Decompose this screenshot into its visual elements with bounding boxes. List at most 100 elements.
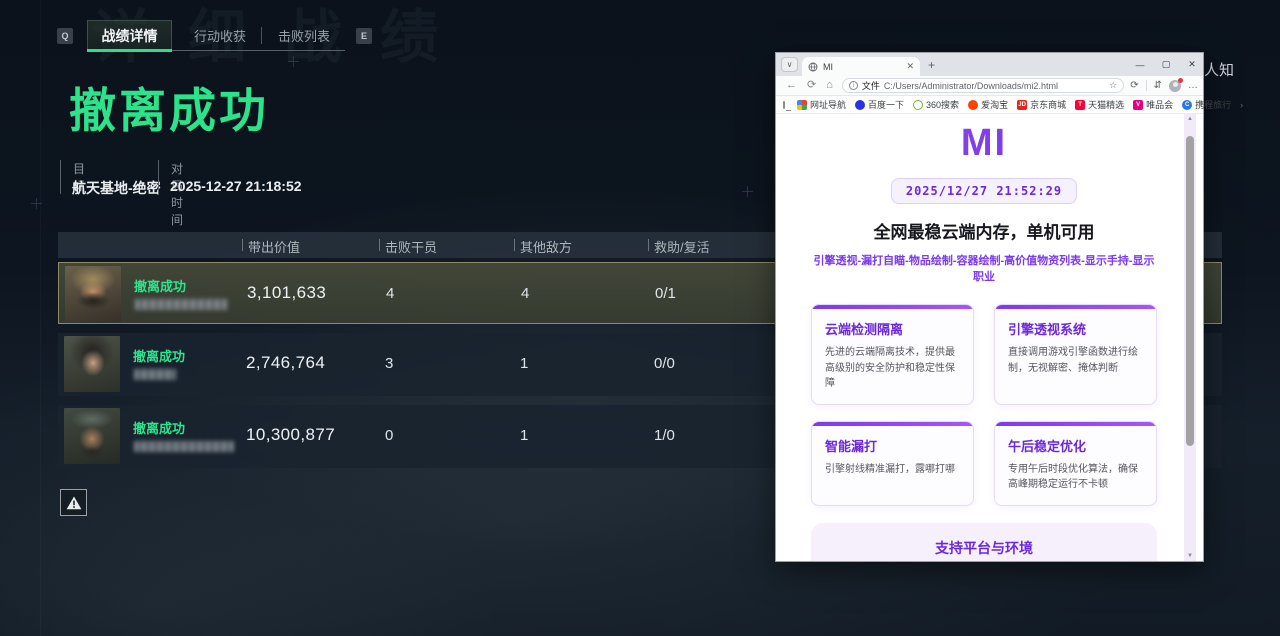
tab-action-loot[interactable]: 行动收获	[188, 20, 252, 50]
bookmark-ctrip[interactable]: C 携程旅行	[1182, 98, 1231, 111]
cell-other-enemies: 1	[520, 427, 528, 444]
tab-close-icon[interactable]: ✕	[906, 61, 914, 72]
new-tab-button[interactable]: +	[928, 58, 935, 72]
refresh-icon[interactable]: ⟳	[807, 80, 816, 91]
feature-list-line: 引擎透视-漏打自瞄-物品绘制-容器绘制-高价值物资列表-显示手持-显示职业	[811, 252, 1157, 284]
tab-search-dropdown-button[interactable]: ∨	[781, 57, 798, 72]
scroll-down-icon[interactable]: ▼	[1184, 551, 1196, 561]
bookmark-baidu[interactable]: 百度一下	[855, 98, 904, 111]
match-time-value: 2025-12-27 21:18:52	[170, 178, 302, 194]
row-status: 撤离成功	[134, 276, 186, 295]
favicon	[797, 100, 807, 110]
bookmarks-overflow-chevron-icon[interactable]: ›	[1240, 100, 1243, 110]
cell-rescue-revive: 0/0	[654, 355, 675, 372]
toolbar-separator	[1146, 80, 1147, 91]
hotkey-q-badge: Q	[57, 28, 73, 44]
card-smart-shot: 智能漏打 引擎射线精准漏打，露哪打哪	[811, 421, 974, 506]
apps-monitor-icon[interactable]	[783, 101, 785, 109]
tab-label: 战绩详情	[102, 26, 158, 46]
grid-cross	[742, 186, 753, 197]
favicon: V	[1133, 100, 1143, 110]
card-description: 先进的云端隔离技术，提供最高级别的安全防护和稳定性保障	[825, 345, 960, 392]
card-title: 智能漏打	[825, 436, 960, 455]
sync-icon[interactable]: ⟳	[1130, 81, 1138, 91]
cell-extract-value: 3,101,633	[247, 283, 326, 303]
cell-rescue-revive: 1/0	[654, 427, 675, 444]
collections-icon[interactable]: ⇵	[1154, 81, 1162, 91]
url-field[interactable]: i 文件 C:/Users/Administrator/Downloads/mi…	[842, 78, 1124, 93]
bookmarks-bar: 网址导航 百度一下 360搜索 爱淘宝 JD 京东商城 T 天猫精选	[776, 96, 1203, 114]
bookmark-site-nav[interactable]: 网址导航	[797, 98, 846, 111]
home-icon[interactable]: ⌂	[826, 80, 833, 91]
card-description: 引擎射线精准漏打，露哪打哪	[825, 462, 960, 478]
row-status: 撤离成功	[133, 346, 185, 365]
match-time-label: 对局时间	[171, 160, 183, 228]
page-headline: 全网最稳云端内存，单机可用	[811, 218, 1157, 243]
browser-tab[interactable]: MI ✕	[802, 57, 920, 76]
favicon: T	[1075, 100, 1085, 110]
bookmark-vip[interactable]: V 唯品会	[1133, 98, 1173, 111]
platform-section: 支持平台与环境 网吧环境 家庭网络 云电脑 STEAM国服 Wegame国服	[811, 523, 1157, 562]
tab-battle-details[interactable]: 战绩详情	[87, 20, 172, 51]
timestamp-badge: 2025/12/27 21:52:29	[891, 178, 1077, 204]
card-afternoon-optimization: 午后稳定优化 专用午后时段优化算法，确保高峰期稳定运行不卡顿	[994, 421, 1157, 506]
close-window-button[interactable]: ✕	[1187, 59, 1197, 70]
cell-kills: 4	[386, 285, 394, 302]
cell-extract-value: 2,746,764	[246, 353, 325, 373]
extraction-result-title: 撤离成功	[69, 72, 269, 141]
active-tab-underline	[87, 49, 172, 52]
cell-kills: 0	[385, 427, 393, 444]
tab-label: 行动收获	[194, 26, 246, 45]
globe-icon	[808, 62, 818, 72]
page-scrollbar[interactable]: ▲ ▼	[1184, 114, 1196, 561]
grid-line	[40, 0, 41, 636]
page-info-icon[interactable]: i	[849, 81, 858, 90]
tab-kill-list[interactable]: 击败列表	[272, 20, 336, 50]
minimize-button[interactable]: —	[1135, 60, 1145, 70]
warning-icon	[66, 496, 82, 510]
cell-other-enemies: 4	[521, 285, 529, 302]
info-divider	[158, 160, 159, 194]
maximize-button[interactable]: ▢	[1161, 59, 1171, 70]
tab-label: 击败列表	[278, 26, 330, 45]
page-content: MI 2025/12/27 21:52:29 全网最稳云端内存，单机可用 引擎透…	[776, 114, 1203, 561]
profile-avatar[interactable]	[1169, 80, 1181, 92]
bookmark-star-icon[interactable]: ☆	[1109, 80, 1117, 91]
platform-title: 支持平台与环境	[821, 538, 1147, 558]
cell-extract-value: 10,300,877	[246, 425, 335, 445]
scroll-up-icon[interactable]: ▲	[1184, 114, 1196, 124]
bookmark-tmall[interactable]: T 天猫精选	[1075, 98, 1124, 111]
page-logo: MI	[811, 122, 1157, 165]
bookmark-360search[interactable]: 360搜索	[913, 98, 959, 111]
player-avatar	[64, 336, 120, 392]
player-avatar	[65, 266, 121, 322]
column-header-rescue: 救助/复活	[654, 237, 710, 256]
menu-kebab-icon[interactable]: …	[1188, 81, 1198, 91]
chevron-down-icon: ∨	[787, 60, 793, 69]
card-engine-esp: 引擎透视系统 直接调用游戏引擎函数进行绘制，无视解密、掩体判断	[994, 304, 1157, 405]
scrollbar-thumb[interactable]	[1186, 136, 1194, 446]
url-path: C:/Users/Administrator/Downloads/mi2.htm…	[884, 81, 1105, 91]
favicon: C	[1182, 100, 1192, 110]
card-title: 引擎透视系统	[1008, 319, 1143, 338]
bookmark-taobao[interactable]: 爱淘宝	[968, 98, 1008, 111]
favicon	[968, 100, 978, 110]
grid-cross	[31, 198, 42, 209]
back-icon[interactable]: ←	[786, 80, 797, 91]
player-name-blurred	[134, 369, 176, 380]
feature-cards: 云端检测隔离 先进的云端隔离技术，提供最高级别的安全防护和稳定性保障 引擎透视系…	[811, 304, 1157, 506]
background-game-text: 人知	[1204, 59, 1234, 80]
hotkey-e-badge: E	[356, 28, 372, 44]
grid-cross	[288, 56, 299, 67]
browser-window: ∨ MI ✕ + — ▢ ✕ ← ⟳ ⌂ i 文件	[775, 52, 1204, 562]
player-avatar	[64, 408, 120, 464]
column-header-value: 带出价值	[248, 237, 300, 256]
row-status: 撤离成功	[133, 418, 185, 437]
bookmark-label: 360搜索	[926, 98, 959, 111]
url-scheme-label: 文件	[862, 79, 880, 92]
favicon	[913, 100, 923, 110]
report-warning-button[interactable]	[60, 489, 87, 516]
cell-rescue-revive: 0/1	[655, 285, 676, 302]
bookmark-jd[interactable]: JD 京东商城	[1017, 98, 1066, 111]
bookmark-label: 网址导航	[810, 98, 846, 111]
